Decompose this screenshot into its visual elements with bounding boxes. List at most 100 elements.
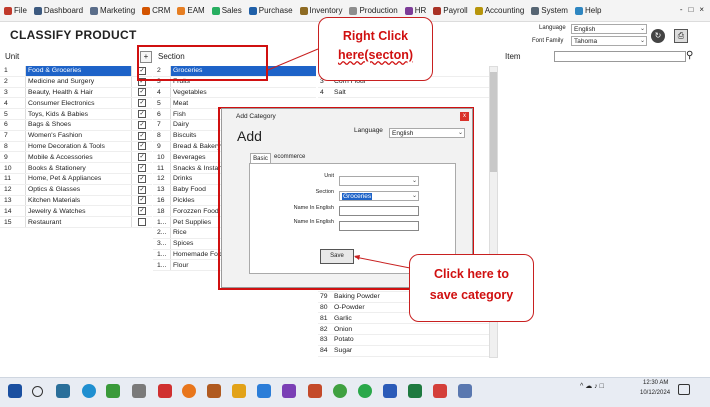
item-scrollbar-thumb[interactable] xyxy=(490,72,497,172)
menu-hr[interactable]: HR xyxy=(404,6,426,15)
visual-studio-icon[interactable] xyxy=(282,384,296,398)
name-english-input-2[interactable] xyxy=(339,221,419,231)
menu-purchase[interactable]: Purchase xyxy=(248,6,293,15)
menu-help[interactable]: Help xyxy=(574,6,602,15)
search-icon[interactable]: ⚲ xyxy=(686,50,693,61)
unit-checkbox[interactable]: ✓ xyxy=(138,164,146,173)
save-button[interactable]: Save xyxy=(320,249,354,264)
menu-file[interactable]: File xyxy=(4,6,27,15)
section-field-select[interactable]: Groceries ⌄ xyxy=(339,191,419,201)
row-number: 79 xyxy=(320,293,328,301)
notification-icon[interactable] xyxy=(678,384,690,395)
unit-name: Books & Stationery xyxy=(26,163,132,173)
unit-row[interactable]: 11 Home, Pet & Appliances ✓ xyxy=(0,173,152,185)
unit-row[interactable]: 9 Mobile & Accessories ✓ xyxy=(0,152,152,164)
unit-checkbox[interactable]: ✓ xyxy=(138,99,146,108)
row-number: 80 xyxy=(320,303,328,311)
whatsapp-icon[interactable] xyxy=(358,384,372,398)
unit-row[interactable]: 1 Food & Groceries ✓ xyxy=(0,66,152,77)
unit-field-select[interactable]: ⌄ xyxy=(339,176,419,186)
unit-checkbox[interactable]: ✓ xyxy=(138,196,146,205)
language-select[interactable]: English ⌄ xyxy=(571,24,647,34)
print-button[interactable]: ⎙ xyxy=(674,29,688,43)
unit-checkbox[interactable]: ✓ xyxy=(138,153,146,162)
section-row[interactable]: 4 Vegetables xyxy=(153,87,316,99)
unit-checkbox[interactable]: ✓ xyxy=(138,142,146,151)
vscode-icon[interactable] xyxy=(257,384,271,398)
annotation-arrow xyxy=(267,48,319,71)
app-icon[interactable] xyxy=(158,384,172,398)
unit-row[interactable]: 2 Medicine and Surgery ✓ xyxy=(0,76,152,88)
close-window-button[interactable]: × xyxy=(699,5,704,14)
menu-eam[interactable]: EAM xyxy=(177,6,205,15)
menu-payroll[interactable]: Payroll xyxy=(433,6,468,15)
app-icon[interactable] xyxy=(308,384,322,398)
unit-list: 1 Food & Groceries ✓ 2 Medicine and Surgery ✓… xyxy=(0,66,152,228)
app-icon[interactable] xyxy=(132,384,146,398)
row-number: 6 xyxy=(0,119,26,130)
unit-row[interactable]: 13 Kitchen Materials ✓ xyxy=(0,195,152,207)
dashboard-icon xyxy=(33,6,42,15)
firefox-icon[interactable] xyxy=(182,384,196,398)
folder-icon[interactable] xyxy=(232,384,246,398)
unit-row[interactable]: 8 Home Decoration & Tools ✓ xyxy=(0,141,152,153)
menu-accounting[interactable]: Accounting xyxy=(474,6,524,15)
unit-checkbox[interactable]: ✓ xyxy=(138,88,146,97)
item-row[interactable]: 84 Sugar xyxy=(318,346,490,357)
unit-row[interactable]: 4 Consumer Electronics ✓ xyxy=(0,98,152,110)
app-icon[interactable] xyxy=(207,384,221,398)
item-search-input[interactable] xyxy=(554,51,686,62)
system-tray[interactable]: ^ ☁ ♪ □ xyxy=(580,382,604,390)
item-row[interactable]: 82 Onion xyxy=(318,324,490,335)
app-icon[interactable] xyxy=(106,384,120,398)
language-value: English xyxy=(574,26,596,33)
annotation-save: Click here to save category xyxy=(409,254,534,322)
unit-row[interactable]: 3 Beauty, Health & Hair ✓ xyxy=(0,87,152,99)
unit-row[interactable]: 15 Restaurant xyxy=(0,217,152,228)
dialog-close-button[interactable]: x xyxy=(460,112,469,121)
menu-label: Help xyxy=(584,6,602,15)
menu-crm[interactable]: CRM xyxy=(142,6,170,15)
start-icon[interactable] xyxy=(8,384,22,398)
unit-checkbox[interactable]: ✓ xyxy=(138,131,146,140)
app-icon[interactable] xyxy=(458,384,472,398)
search-icon[interactable] xyxy=(32,386,43,397)
menu-marketing[interactable]: Marketing xyxy=(90,6,135,15)
unit-checkbox[interactable]: ✓ xyxy=(138,207,146,216)
maximize-button[interactable]: □ xyxy=(688,5,693,14)
unit-checkbox[interactable]: ✓ xyxy=(138,185,146,194)
font-family-select[interactable]: Tahoma ⌄ xyxy=(571,36,647,46)
unit-name: Medicine and Surgery xyxy=(26,76,132,87)
edge-icon[interactable] xyxy=(82,384,96,398)
item-row[interactable]: 4 Salt xyxy=(318,88,490,99)
dialog-language-select[interactable]: English ⌄ xyxy=(389,128,465,138)
unit-row[interactable]: 14 Jewelry & Watches ✓ xyxy=(0,206,152,218)
menu-sales[interactable]: Sales xyxy=(211,6,242,15)
excel-icon[interactable] xyxy=(408,384,422,398)
app-icon[interactable] xyxy=(433,384,447,398)
menu-system[interactable]: System xyxy=(531,6,568,15)
unit-row[interactable]: 12 Optics & Glasses ✓ xyxy=(0,184,152,196)
menu-inventory[interactable]: Inventory xyxy=(299,6,342,15)
menu-dashboard[interactable]: Dashboard xyxy=(33,6,83,15)
unit-checkbox[interactable]: ✓ xyxy=(138,110,146,119)
menu-production[interactable]: Production xyxy=(349,6,398,15)
unit-checkbox[interactable] xyxy=(138,218,146,227)
minimize-button[interactable]: - xyxy=(680,5,683,14)
row-number: 13 xyxy=(0,195,26,206)
tab-ecommerce[interactable]: ecommerce xyxy=(274,154,305,160)
unit-row[interactable]: 6 Bags & Shoes ✓ xyxy=(0,119,152,131)
refresh-button[interactable]: ↻ xyxy=(651,29,665,43)
task-view-icon[interactable] xyxy=(56,384,70,398)
unit-row[interactable]: 10 Books & Stationery ✓ xyxy=(0,163,152,174)
chrome-icon[interactable] xyxy=(333,384,347,398)
unit-checkbox[interactable]: ✓ xyxy=(138,120,146,129)
item-row[interactable]: 83 Potato xyxy=(318,335,490,346)
name-english-input[interactable] xyxy=(339,206,419,216)
inventory-icon xyxy=(299,6,308,15)
menu-label: Purchase xyxy=(258,6,293,15)
unit-checkbox[interactable]: ✓ xyxy=(138,174,146,183)
word-icon[interactable] xyxy=(383,384,397,398)
unit-row[interactable]: 7 Women's Fashion ✓ xyxy=(0,130,152,142)
unit-row[interactable]: 5 Toys, Kids & Babies ✓ xyxy=(0,109,152,120)
